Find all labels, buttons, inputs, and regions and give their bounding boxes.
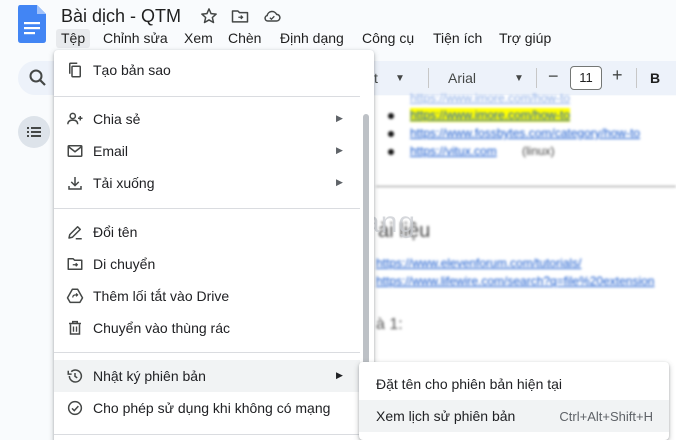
font-size-input[interactable]: 11 — [570, 66, 602, 90]
submenu-arrow-icon: ▶ — [336, 113, 343, 123]
document-outline-button[interactable] — [18, 116, 50, 148]
menu-format[interactable]: Định dạng — [280, 30, 344, 46]
menu-separator — [54, 434, 360, 435]
menu-edit[interactable]: Chỉnh sửa — [103, 30, 168, 46]
menu-item-label: Tạo bản sao — [93, 62, 171, 78]
cloud-status-icon[interactable] — [262, 6, 282, 26]
menu-extensions[interactable]: Tiện ích — [433, 30, 482, 46]
menu-insert[interactable]: Chèn — [228, 30, 261, 46]
menu-item-email[interactable]: Email ▶ — [54, 135, 360, 167]
search-menus-icon[interactable] — [26, 66, 50, 90]
menu-scrollbar[interactable] — [363, 114, 369, 404]
list-bullet — [388, 131, 394, 137]
toolbar-divider — [636, 68, 637, 88]
doc-link[interactable]: https://www.fossbytes.com/category/how-t… — [410, 126, 640, 140]
doc-link[interactable]: https://www.imore.com/how-to — [410, 91, 570, 105]
menu-item-label: Cho phép sử dụng khi không có mạng — [93, 400, 331, 416]
menu-item-label: Chuyển vào thùng rác — [93, 320, 230, 336]
doc-link-highlighted[interactable]: https://www.imore.com/how-to — [410, 108, 571, 122]
toolbar-divider — [536, 68, 537, 88]
menu-help[interactable]: Trợ giúp — [499, 30, 551, 46]
menu-item-move[interactable]: Di chuyển — [54, 248, 360, 280]
google-docs-window: Bài dịch - QTM Tệp Chỉnh sửa Xem Chèn Đị… — [0, 0, 676, 440]
menu-view[interactable]: Xem — [184, 30, 213, 46]
style-dropdown-caret-icon[interactable]: ▼ — [395, 73, 405, 84]
menu-item-label: Thêm lối tắt vào Drive — [93, 288, 230, 304]
doc-link[interactable]: https://www.elevenforum.com/tutorials/ — [376, 256, 581, 270]
copy-icon — [69, 62, 81, 78]
drive-shortcut-icon — [66, 288, 84, 304]
menu-separator — [54, 208, 360, 209]
increase-font-size-button[interactable]: + — [612, 65, 623, 86]
version-history-submenu: Đặt tên cho phiên bản hiện tại Xem lịch … — [359, 362, 669, 440]
download-icon — [68, 177, 82, 190]
toolbar-divider — [428, 68, 429, 88]
offline-check-icon — [67, 400, 83, 416]
horizontal-rule — [376, 186, 676, 187]
doc-link[interactable]: https://www.lifewire.com/search?q=file%2… — [376, 274, 654, 288]
list-bullet — [388, 113, 394, 119]
menu-item-label: Di chuyển — [93, 256, 156, 272]
menu-item-make-copy[interactable]: Tạo bản sao — [54, 54, 360, 86]
submenu-item-label: Xem lịch sử phiên bản — [376, 408, 516, 424]
menu-tools[interactable]: Công cụ — [362, 30, 414, 46]
menu-item-label: Đổi tên — [93, 224, 138, 240]
submenu-arrow-icon: ▶ — [336, 370, 343, 380]
decrease-font-size-button[interactable]: − — [548, 66, 559, 87]
doc-note: (linux) — [522, 144, 555, 158]
font-family-select[interactable]: Arial — [448, 70, 476, 86]
mail-icon — [67, 145, 83, 157]
doc-link[interactable]: https://vitux.com — [410, 144, 497, 158]
toolbar-style-partial[interactable]: t — [374, 70, 378, 86]
font-dropdown-caret-icon[interactable]: ▼ — [514, 73, 524, 84]
docs-logo-icon[interactable] — [18, 5, 46, 43]
file-menu-dropdown: Tạo bản sao Chia sẻ ▶ Email ▶ Tải xuống … — [54, 50, 374, 440]
menu-item-share[interactable]: Chia sẻ ▶ — [54, 103, 360, 135]
document-title[interactable]: Bài dịch - QTM — [61, 6, 181, 27]
submenu-arrow-icon: ▶ — [336, 177, 343, 187]
menu-item-make-available-offline[interactable]: Cho phép sử dụng khi không có mạng — [54, 392, 360, 424]
menu-separator — [54, 352, 360, 353]
submenu-item-see-version-history[interactable]: Xem lịch sử phiên bản Ctrl+Alt+Shift+H — [359, 400, 669, 432]
menu-item-move-to-trash[interactable]: Chuyển vào thùng rác — [54, 312, 360, 344]
list-icon — [27, 127, 41, 137]
submenu-arrow-icon: ▶ — [336, 145, 343, 155]
star-icon[interactable] — [199, 6, 219, 26]
menu-item-label: Chia sẻ — [93, 111, 141, 127]
submenu-item-label: Đặt tên cho phiên bản hiện tại — [376, 376, 563, 392]
menu-item-version-history[interactable]: Nhật ký phiên bản ▶ — [54, 360, 360, 392]
menu-separator — [54, 96, 360, 97]
menu-item-label: Nhật ký phiên bản — [93, 368, 206, 384]
rename-pencil-icon — [68, 226, 82, 240]
move-folder-icon — [67, 258, 83, 270]
bold-button[interactable]: B — [650, 70, 660, 86]
menu-item-add-shortcut[interactable]: Thêm lối tắt vào Drive — [54, 280, 360, 312]
menu-file[interactable]: Tệp — [56, 29, 91, 48]
person-add-icon — [67, 112, 83, 125]
keyboard-shortcut: Ctrl+Alt+Shift+H — [559, 409, 653, 424]
menu-item-label: Tải xuống — [93, 175, 155, 191]
move-to-folder-icon[interactable] — [230, 6, 250, 26]
menu-item-rename[interactable]: Đổi tên — [54, 216, 360, 248]
doc-subheading: à 1: — [376, 316, 403, 333]
trash-icon — [69, 320, 81, 335]
menu-item-download[interactable]: Tải xuống ▶ — [54, 167, 360, 199]
submenu-item-name-current-version[interactable]: Đặt tên cho phiên bản hiện tại — [359, 368, 669, 400]
menu-item-label: Email — [93, 143, 129, 159]
history-icon — [67, 369, 83, 383]
list-bullet — [388, 149, 394, 155]
